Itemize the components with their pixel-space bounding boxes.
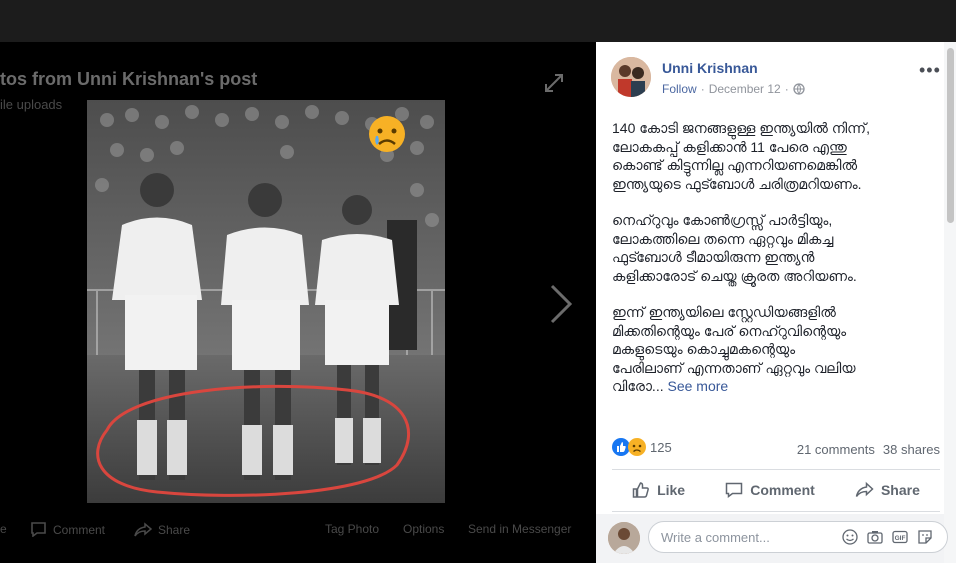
gif-icon[interactable]: GIF [892,529,908,545]
viewer-share-label: Share [158,522,191,537]
shares-count[interactable]: 38 shares [883,442,940,457]
reaction-count: 125 [650,439,672,455]
divider-top [612,469,940,470]
meta-separator: · [700,82,705,96]
options-button[interactable]: Options [403,522,444,536]
post-date[interactable]: December 12 [709,82,781,96]
share-button[interactable]: Share [855,481,920,499]
post-actions: Like Comment Share [612,474,940,506]
viewer-like-partial[interactable]: e [0,522,7,536]
engagement-counts: 21 comments 38 shares [797,442,940,457]
comment-label: Comment [750,482,815,498]
top-bar [0,0,956,42]
meta-separator-2: · [784,82,789,96]
see-more-link[interactable]: See more [668,378,729,394]
divider-bottom [612,511,940,512]
current-user-avatar[interactable] [608,522,640,554]
viewer-comment-label: Comment [53,522,106,537]
comment-composer: GIF [596,514,948,563]
post-options-button[interactable]: ••• [919,60,941,81]
scrollbar-thumb[interactable] [947,48,954,223]
comment-input-box[interactable]: GIF [648,521,948,553]
reactions-summary[interactable]: 125 [612,438,672,456]
comment-input[interactable] [659,529,823,546]
comment-button[interactable]: Comment [725,481,815,499]
viewer-subtitle[interactable]: ile uploads [0,97,62,112]
comment-tools: GIF [842,529,933,545]
comment-icon [31,522,46,537]
next-arrow-icon[interactable] [548,282,574,326]
like-label: Like [657,482,686,498]
sad-emoji-icon [369,116,405,152]
expand-icon[interactable] [543,72,565,94]
post-side-panel: Unni Krishnan Follow · December 12 · •••… [596,42,956,563]
svg-text:GIF: GIF [895,535,906,542]
emoji-icon[interactable] [842,529,858,545]
share-icon [134,522,152,537]
post-paragraph-3: ഇന്ന് ഇന്ത്യയിലെ സ്റ്റേഡിയങ്ങളിൽ മിക്കതി… [612,304,856,394]
share-label: Share [880,482,920,498]
post-meta: Follow · December 12 · [662,82,805,96]
post-paragraph-2: നെഹ്റുവും കോൺഗ്രസ്സ് പാർട്ടിയും, ലോകത്തി… [612,212,857,284]
sticker-icon[interactable] [917,529,933,545]
post-text: 140 കോടി ജനങ്ങളുള്ള ഇന്ത്യയിൽ നിന്ന്, ലോ… [612,119,937,396]
tag-photo-button[interactable]: Tag Photo [325,522,379,536]
camera-icon[interactable] [867,529,883,545]
share-icon [855,481,874,497]
viewer-bottom-bar: e Comment Share Tag Photo Options Send i… [0,517,596,541]
like-icon [632,482,649,498]
viewer-comment-button[interactable]: Comment [30,522,105,537]
post-photo[interactable] [87,100,445,503]
author-name[interactable]: Unni Krishnan [662,60,758,76]
author-avatar[interactable] [611,57,651,97]
send-in-messenger-button[interactable]: Send in Messenger [468,522,571,536]
comments-count[interactable]: 21 comments [797,442,875,457]
comment-icon [726,482,743,498]
photo-viewer: tos from Unni Krishnan's post ile upload… [0,42,596,563]
viewer-share-button[interactable]: Share [134,522,190,537]
post-paragraph-1: 140 കോടി ജനങ്ങളുള്ള ഇന്ത്യയിൽ നിന്ന്, ലോ… [612,120,870,192]
sad-reaction-icon [628,438,646,456]
follow-button[interactable]: Follow [662,82,697,96]
viewer-title: tos from Unni Krishnan's post [0,69,258,89]
globe-icon [793,83,805,95]
like-button[interactable]: Like [632,481,685,499]
